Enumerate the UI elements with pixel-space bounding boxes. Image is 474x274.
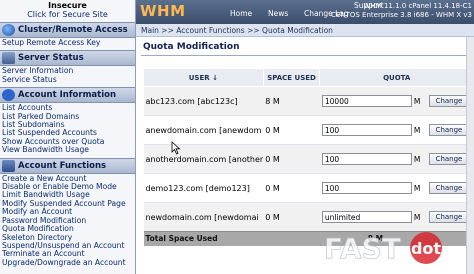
sidebar-section-server-status[interactable]: Server Status (0, 50, 135, 67)
sidebar-list-server-status: Server Information Service Status (0, 66, 135, 84)
table-header-row: User ↓ Space Used Quota (143, 68, 474, 87)
quota-unit: M (413, 96, 421, 106)
quota-input[interactable] (321, 153, 412, 165)
nav-news[interactable]: News (268, 9, 288, 18)
space-used-cell: 0 M (263, 173, 320, 203)
version-info: WHM 11.1.0 cPanel 11.4.18-C1 CENTOS Ente… (331, 2, 472, 20)
quota-cell: M (319, 115, 429, 145)
sidebar-item-setup-remote-access-key[interactable]: Setup Remote Access Key (2, 38, 135, 47)
info-icon (2, 89, 15, 102)
total-spacer (263, 231, 320, 246)
sidebar-item-view-bandwidth-usage[interactable]: View Bandwidth Usage (2, 145, 135, 154)
os-line: CENTOS Enterprise 3.8 i686 - WHM X v3 (331, 11, 472, 19)
column-header-user[interactable]: User ↓ (143, 68, 264, 87)
change-button[interactable]: Change (428, 153, 469, 165)
column-label: Quota (383, 73, 411, 82)
version-line: WHM 11.1.0 cPanel 11.4.18-C1 (363, 2, 472, 10)
change-button[interactable]: Change (428, 95, 469, 107)
quota-cell: M (319, 144, 429, 174)
sidebar: Insecure Click for Secure Site Cluster/R… (0, 0, 136, 274)
globe-icon (2, 24, 15, 36)
secure-site-link[interactable]: Click for Secure Site (0, 10, 135, 19)
user-cell: demo123.com [demo123] (143, 173, 264, 203)
title-divider (141, 55, 474, 56)
total-label: Total Space Used (143, 231, 264, 246)
total-value-text: 8 M (367, 234, 384, 244)
quota-input[interactable] (321, 182, 412, 194)
quota-input[interactable] (321, 95, 412, 107)
table-row: anewdomain.com [anewdom 0 M M Change (143, 115, 474, 145)
sidebar-section-title: Server Status (18, 53, 84, 64)
quota-cell: M (319, 86, 429, 116)
change-button[interactable]: Change (428, 211, 469, 223)
space-used-cell: 0 M (263, 202, 320, 232)
whm-logo: WHM (140, 2, 186, 20)
mouse-cursor-icon (171, 141, 181, 155)
quota-unit: M (413, 212, 421, 222)
sidebar-section-account-information[interactable]: Account Information (0, 87, 135, 104)
quota-input[interactable] (321, 211, 412, 223)
vertical-scrollbar[interactable] (466, 37, 474, 274)
total-row: Total Space Used 8 M (143, 231, 474, 246)
sort-down-arrow-icon: ↓ (212, 73, 218, 82)
change-button[interactable]: Change (428, 124, 469, 136)
quota-cell: M (319, 173, 429, 203)
space-used-cell: 0 M (263, 115, 320, 145)
sidebar-section-title: Cluster/Remote Access (18, 25, 128, 35)
column-header-space-used[interactable]: Space Used (262, 68, 321, 87)
quota-unit: M (413, 125, 421, 135)
change-button[interactable]: Change (428, 182, 469, 194)
user-cell: abc123.com [abc123c] (143, 86, 264, 116)
user-cell: anewdomain.com [anewdom (143, 115, 264, 145)
sidebar-list-cluster: Setup Remote Access Key (0, 38, 135, 47)
table-row: newdomain.com [newdomai 0 M M Change (143, 202, 474, 232)
functions-icon (2, 159, 15, 172)
total-value: 8 M (319, 231, 429, 246)
table-row: demo123.com [demo123] 0 M M Change (143, 173, 474, 203)
column-label: User (188, 73, 210, 82)
user-cell: anotherdomain.com [another (143, 144, 264, 174)
sidebar-item-upgrade-downgrade[interactable]: Upgrade/Downgrade an Account (2, 258, 135, 267)
sidebar-section-account-functions[interactable]: Account Functions (0, 157, 135, 174)
nav-home[interactable]: Home (230, 9, 252, 18)
quota-unit: M (413, 183, 421, 193)
insecure-title: Insecure (48, 1, 87, 10)
server-icon (2, 52, 15, 65)
table-row: abc123.com [abc123c] 8 M M Change (143, 86, 474, 116)
quota-input[interactable] (321, 124, 412, 136)
column-label: Space Used (267, 73, 316, 82)
top-header: WHM Home News Change Log Support WHM 11.… (136, 0, 474, 24)
space-used-cell: 0 M (263, 144, 320, 174)
sidebar-item-service-status[interactable]: Service Status (2, 75, 135, 84)
sidebar-section-cluster[interactable]: Cluster/Remote Access (0, 22, 135, 38)
sidebar-section-title: Account Information (18, 90, 117, 101)
table-row: anotherdomain.com [another 0 M M Change (143, 144, 474, 174)
sidebar-section-title: Account Functions (18, 160, 107, 171)
breadcrumb: Main >> Account Functions >> Quota Modif… (136, 24, 474, 37)
sidebar-list-account-information: List Accounts List Parked Domains List S… (0, 103, 135, 154)
page-title: Quota Modification (143, 42, 240, 52)
sidebar-list-account-functions: Create a New Account Disable or Enable D… (0, 174, 135, 267)
insecure-notice: Insecure Click for Secure Site (0, 0, 135, 19)
quota-table: User ↓ Space Used Quota abc123.com [abc1… (143, 68, 474, 246)
space-used-cell: 8 M (263, 86, 320, 116)
column-header-quota[interactable]: Quota (319, 68, 474, 87)
quota-cell: M (319, 202, 429, 232)
quota-unit: M (413, 154, 421, 164)
user-cell: newdomain.com [newdomai (143, 202, 264, 232)
